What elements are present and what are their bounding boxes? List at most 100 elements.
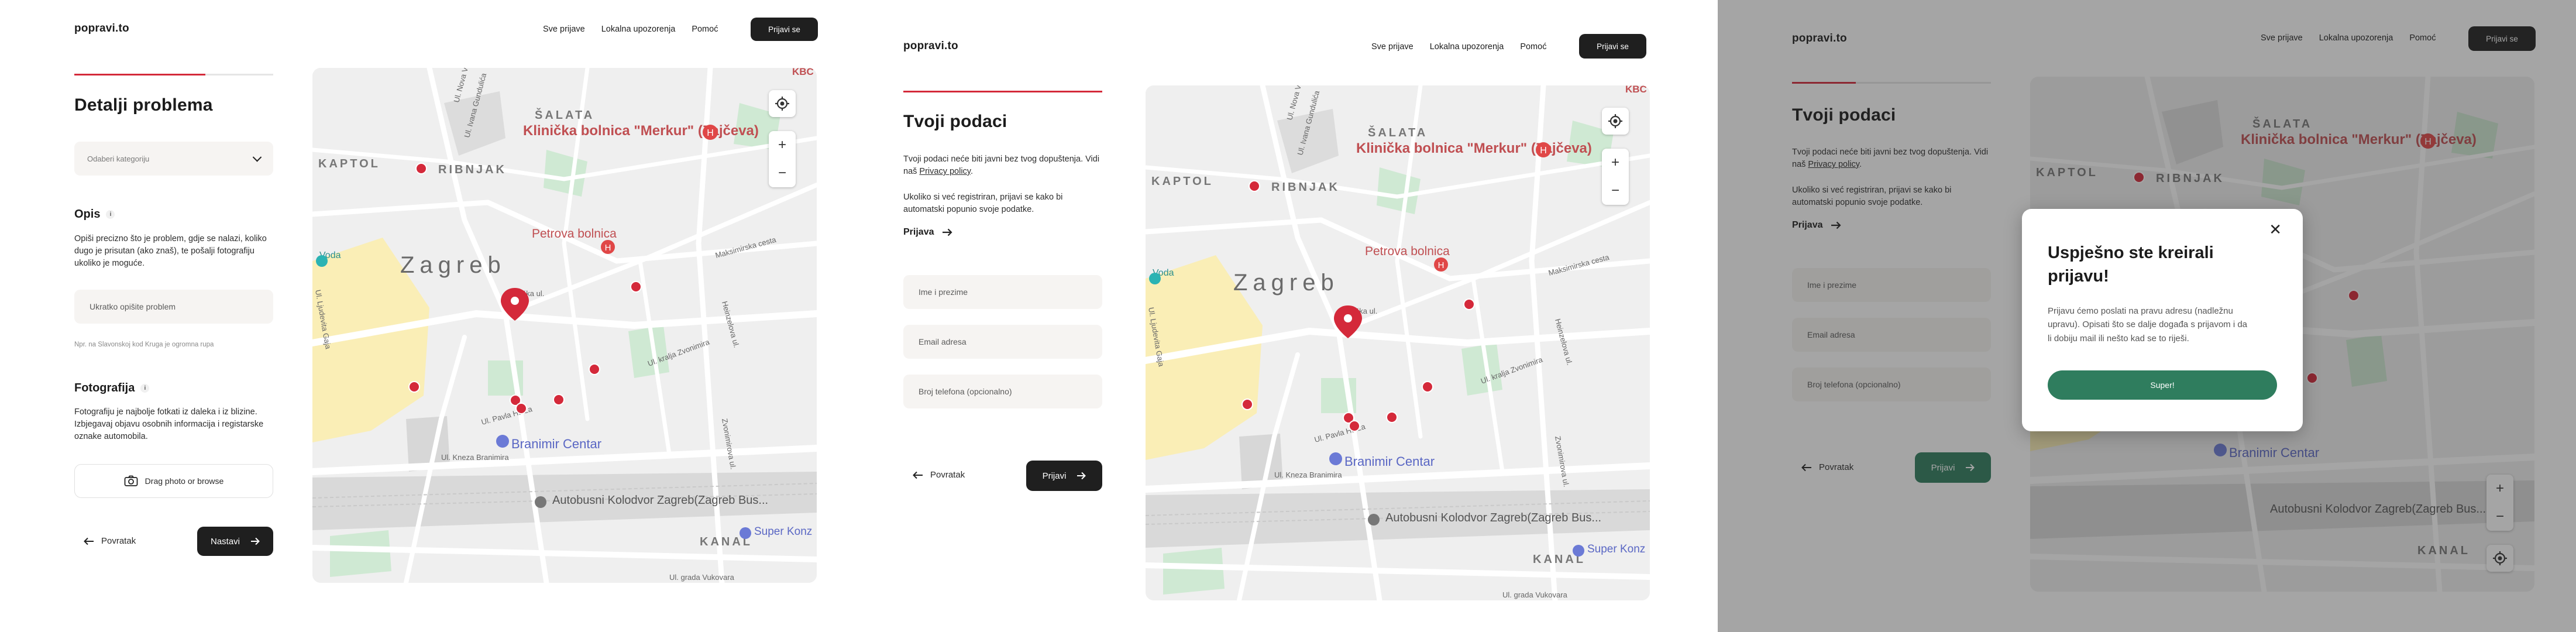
nav-all-reports[interactable]: Sve prijave [1371, 42, 1413, 51]
crosshair-icon [1608, 114, 1622, 128]
map-label-petrova: Petrova bolnica [532, 227, 617, 241]
login-link[interactable]: Prijava [903, 227, 953, 238]
report-marker-icon[interactable] [1422, 381, 1433, 393]
report-marker-icon[interactable] [1241, 399, 1253, 410]
zoom-control: + − [769, 131, 796, 187]
modal-text: Prijavu ćemo poslati na pravu adresu (na… [2048, 306, 2248, 344]
my-location-button[interactable] [769, 90, 796, 117]
nav-help[interactable]: Pomoć [1520, 42, 1546, 51]
arrow-right-icon [943, 228, 953, 236]
back-label: Povratak [930, 470, 965, 480]
registered-note: Ukoliko si već registriran, prijavi se k… [903, 193, 1063, 215]
map[interactable]: Klinička bolnica "Merkur" (Zajčeva) ŠALA… [312, 68, 817, 583]
category-placeholder: Odaberi kategoriju [87, 154, 150, 163]
screen-problem-details: popravi.to Sve prijave Lokalna upozorenj… [0, 0, 858, 632]
arrow-left-icon [913, 471, 923, 479]
map-label-branimir: Branimir Centar [511, 437, 601, 451]
back-button[interactable]: Povratak [84, 536, 136, 546]
report-marker-icon[interactable] [1463, 298, 1475, 310]
step-progress [903, 91, 1102, 92]
photo-dropzone[interactable]: Drag photo or browse [74, 464, 273, 498]
zoom-in-button[interactable]: + [769, 131, 796, 159]
camera-icon [124, 475, 138, 486]
poi-marker-icon [316, 255, 328, 267]
map-label-kbc: KBC [792, 68, 814, 77]
map-label-hospital: Klinička bolnica "Merkur" (Zajčeva) [523, 123, 759, 139]
top-nav: Sve prijave Lokalna upozorenja Pomoć [1355, 42, 1546, 51]
login-button[interactable]: Prijavi se [751, 18, 818, 41]
zoom-out-button[interactable]: − [1602, 177, 1629, 205]
login-link-label: Prijava [903, 227, 934, 237]
page-title: Tvoji podaci [903, 112, 1007, 131]
map-label-super-konz: Super Konz [1587, 543, 1645, 555]
report-marker-icon[interactable] [1349, 420, 1360, 432]
hospital-marker-icon: H [703, 125, 718, 140]
photo-title: Fotografija [74, 382, 135, 394]
page-title: Detalji problema [74, 95, 213, 115]
zoom-out-button[interactable]: − [769, 159, 796, 187]
map-label-salata: ŠALATA [535, 108, 594, 122]
poi-marker-icon [496, 435, 509, 448]
map[interactable]: Klinička bolnica "Merkur" (Zajčeva) ŠALA… [1146, 85, 1650, 600]
my-location-button[interactable] [1602, 108, 1629, 135]
submit-label: Prijavi [1042, 470, 1067, 481]
top-nav: Sve prijave Lokalna upozorenja Pomoć [527, 25, 718, 34]
map-label-branimir: Branimir Centar [1344, 454, 1435, 469]
poi-marker-icon [1329, 452, 1342, 465]
submit-button[interactable]: Prijavi [1026, 461, 1102, 491]
info-icon[interactable]: i [106, 210, 115, 219]
map-canvas[interactable]: Klinička bolnica "Merkur" (Zajčeva) ŠALA… [312, 68, 817, 583]
description-help: Opiši precizno što je problem, gdje se n… [74, 234, 267, 269]
svg-text:H: H [1540, 146, 1547, 156]
map-label-city: Zagreb [400, 252, 506, 278]
progress-fill [74, 74, 206, 75]
map-label-super-konz: Super Konz [754, 525, 812, 538]
photo-help: Fotografiju je najbolje fotkati iz dalek… [74, 407, 264, 442]
report-marker-icon[interactable] [515, 403, 527, 414]
map-label-ribnjak: RIBNJAK [438, 163, 507, 176]
svg-text:H: H [605, 243, 611, 253]
photo-heading: Fotografija i [74, 382, 150, 395]
report-marker-icon[interactable] [1249, 180, 1260, 192]
info-icon[interactable]: i [140, 384, 150, 393]
login-button[interactable]: Prijavi se [1579, 34, 1646, 59]
map-street-branimira: Ul. Kneza Branimira [441, 453, 509, 462]
report-marker-icon[interactable] [415, 163, 427, 174]
back-button[interactable]: Povratak [913, 470, 965, 480]
nav-local-alerts[interactable]: Lokalna upozorenja [601, 25, 676, 34]
arrow-right-icon [1077, 472, 1086, 480]
description-input[interactable]: Ukratko opišite problem [74, 290, 273, 324]
map-canvas[interactable]: Klinička bolnica "Merkur" (Zajčeva) ŠALA… [1146, 85, 1650, 600]
map-label-kaptol: KAPTOL [318, 157, 380, 170]
nav-local-alerts[interactable]: Lokalna upozorenja [1430, 42, 1504, 51]
category-select[interactable]: Odaberi kategoriju [74, 142, 273, 176]
arrow-left-icon [84, 537, 94, 545]
privacy-policy-link[interactable]: Privacy policy [919, 167, 971, 176]
brand-logo[interactable]: popravi.to [74, 22, 129, 35]
map-label-petrova: Petrova bolnica [1365, 245, 1450, 258]
crosshair-icon [775, 97, 789, 111]
report-marker-icon[interactable] [408, 381, 420, 393]
description-hint: Npr. na Slavonskoj kod Kruga je ogromna … [74, 341, 214, 348]
chevron-down-icon [252, 153, 262, 162]
report-marker-icon[interactable] [589, 363, 600, 375]
map-label-kbc: KBC [1625, 85, 1647, 95]
description-title: Opis [74, 208, 101, 221]
email-field[interactable]: Email adresa [903, 325, 1102, 359]
brand-logo[interactable]: popravi.to [903, 40, 958, 53]
name-field[interactable]: Ime i prezime [903, 275, 1102, 309]
zoom-in-button[interactable]: + [1602, 149, 1629, 177]
report-marker-icon[interactable] [1386, 411, 1398, 423]
privacy-note: Tvoji podaci neće biti javni bez tvog do… [903, 154, 1100, 177]
nav-help[interactable]: Pomoć [692, 25, 718, 34]
close-icon[interactable]: ✕ [2269, 221, 2282, 239]
report-marker-icon[interactable] [553, 394, 565, 406]
confirm-button[interactable]: Super! [2048, 370, 2277, 400]
phone-field[interactable]: Broj telefona (opcionalno) [903, 375, 1102, 408]
report-marker-icon[interactable] [630, 281, 642, 293]
poi-marker-icon [1149, 273, 1161, 284]
next-button[interactable]: Nastavi [197, 527, 273, 556]
map-label-bus: Autobusni Kolodvor Zagreb(Zagreb Bus... [552, 494, 768, 507]
zoom-control: + − [1602, 149, 1629, 205]
nav-all-reports[interactable]: Sve prijave [543, 25, 585, 34]
